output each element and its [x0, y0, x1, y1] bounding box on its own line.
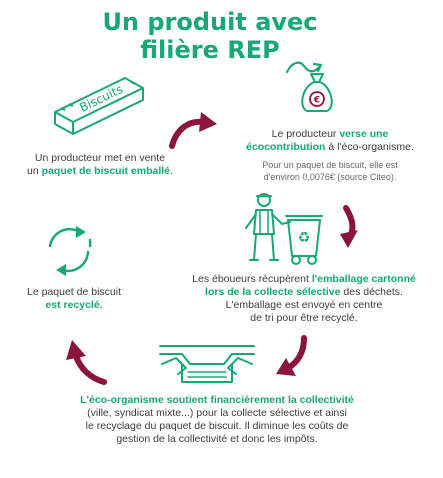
step-funding: L'éco-organisme soutient financièrement …	[12, 394, 422, 446]
funding-line3: le recyclage du paquet de biscuit. Il di…	[85, 420, 349, 432]
funding-line2: (ville, syndicat mixte...) pour la colle…	[87, 407, 347, 419]
funding-line1: L'éco-organisme soutient financièrement …	[80, 394, 354, 406]
funding-line4: gestion de la collectivité et donc les i…	[116, 433, 318, 445]
